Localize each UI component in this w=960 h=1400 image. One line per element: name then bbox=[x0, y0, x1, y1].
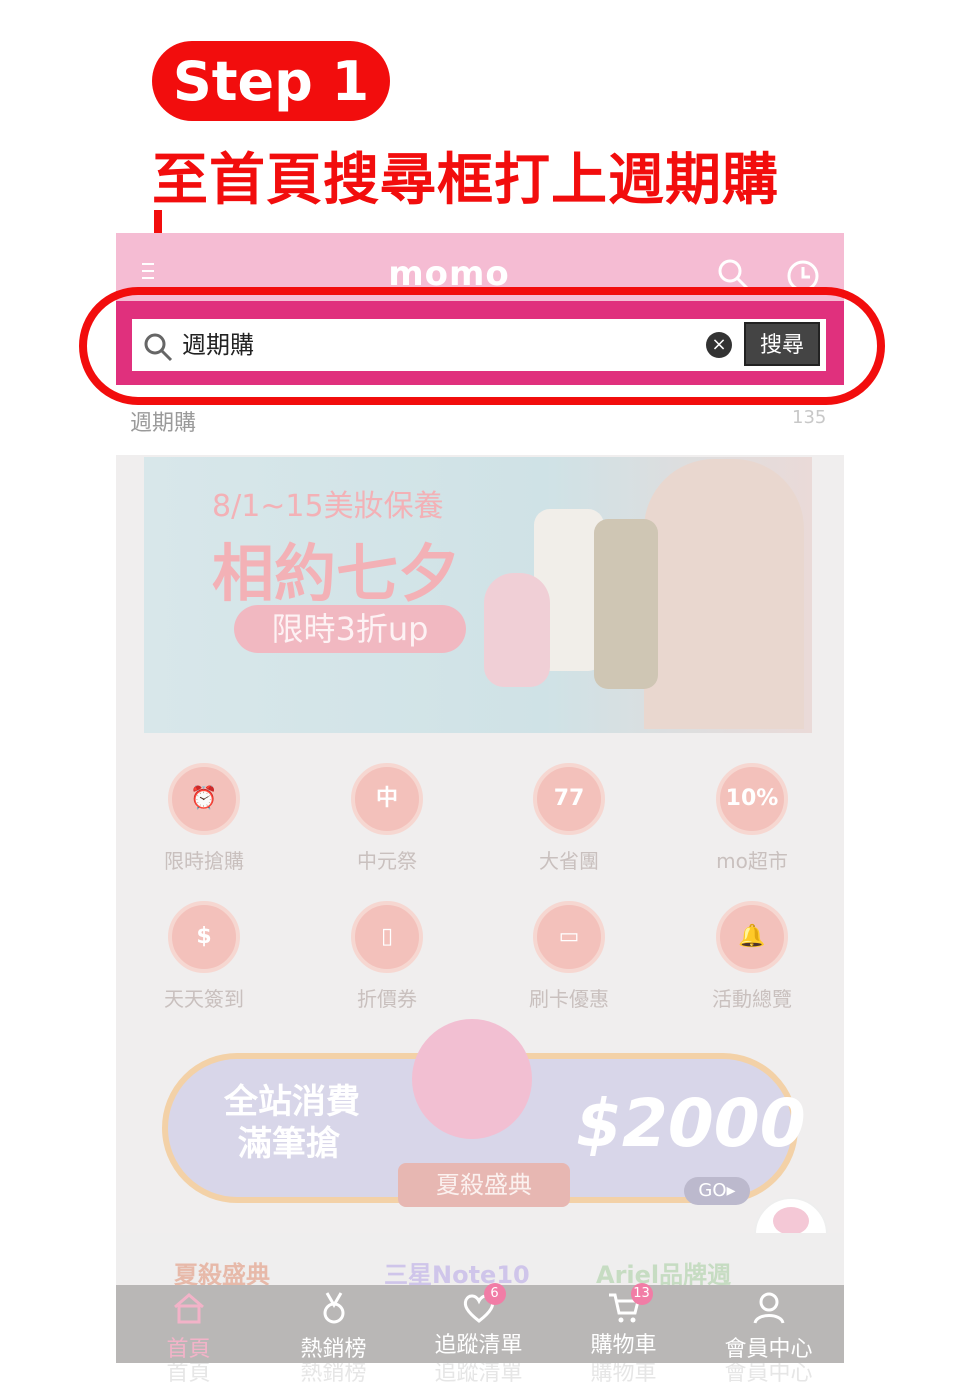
mascot-icon bbox=[773, 1207, 809, 1235]
credit-card-icon: ▭ bbox=[533, 901, 605, 973]
reflection-label: 首頁 bbox=[166, 1363, 211, 1386]
ghost-festival-icon: 中 bbox=[351, 763, 423, 835]
alarm-clock-icon: ⏰ bbox=[168, 763, 240, 835]
quick-link-label: 大省團 bbox=[539, 849, 599, 873]
nav-member[interactable]: 會員中心 bbox=[696, 1285, 841, 1363]
nav-cart[interactable]: 13 購物車 bbox=[551, 1283, 696, 1363]
banner-model-image bbox=[644, 459, 804, 729]
banner-subtitle: 8/1~15美妝保養 bbox=[212, 489, 444, 524]
campaign-line-2: 滿筆搶 bbox=[238, 1124, 340, 1164]
reflection-label: 追蹤清單 bbox=[434, 1363, 523, 1386]
quick-link-label: mo超市 bbox=[716, 849, 788, 873]
campaign-amount: $2000 bbox=[576, 1085, 806, 1162]
money-bag-icon: $ bbox=[168, 901, 240, 973]
banner-pill: 限時3折up bbox=[234, 605, 466, 653]
go-button[interactable]: GO▸ bbox=[684, 1177, 750, 1205]
search-highlight-outline bbox=[79, 287, 885, 405]
quick-link[interactable]: ⏰ 限時搶購 bbox=[144, 763, 264, 883]
medal-icon bbox=[323, 1292, 344, 1324]
quick-link[interactable]: 10% mo超市 bbox=[692, 763, 812, 883]
nav-label: 熱銷榜 bbox=[300, 1337, 367, 1362]
bottom-nav: 首頁 熱銷榜 6 追蹤清單 13 購物車 會員中心 bbox=[116, 1283, 844, 1363]
quick-link-label: 折價券 bbox=[357, 987, 417, 1011]
reflection-label: 會員中心 bbox=[724, 1363, 813, 1386]
quick-link[interactable]: ▯ 折價券 bbox=[327, 901, 447, 1021]
user-icon bbox=[753, 1292, 784, 1324]
quick-link[interactable]: 🔔 活動總覽 bbox=[692, 901, 812, 1021]
cart-count-badge: 13 bbox=[630, 1283, 653, 1305]
nav-bestsellers[interactable]: 熱銷榜 bbox=[261, 1285, 406, 1363]
step-badge: Step 1 bbox=[152, 41, 390, 121]
nav-label: 會員中心 bbox=[724, 1337, 813, 1362]
nav-home[interactable]: 首頁 bbox=[116, 1285, 261, 1363]
reflection-label: 購物車 bbox=[590, 1363, 657, 1386]
campaign-line-1: 全站消費 bbox=[224, 1082, 360, 1122]
momo-logo[interactable]: momo bbox=[364, 257, 534, 291]
quick-link[interactable]: 中 中元祭 bbox=[327, 763, 447, 883]
quick-link-label: 活動總覽 bbox=[712, 987, 792, 1011]
nav-label: 首頁 bbox=[166, 1337, 211, 1362]
nav-label: 購物車 bbox=[590, 1333, 657, 1358]
supermarket-icon: 10% bbox=[716, 763, 788, 835]
wishlist-count-badge: 6 bbox=[483, 1283, 506, 1305]
campaign-headline: 全站消費 滿筆搶 bbox=[224, 1081, 360, 1165]
quick-link-label: 刷卡優惠 bbox=[529, 987, 609, 1011]
quick-link[interactable]: ▭ 刷卡優惠 bbox=[509, 901, 629, 1021]
cart-icon: 13 bbox=[607, 1283, 653, 1325]
quick-link[interactable]: $ 天天簽到 bbox=[144, 901, 264, 1021]
nav-wishlist[interactable]: 6 追蹤清單 bbox=[406, 1283, 551, 1363]
phone-screen: momo 週期購 × 搜尋 週期購 135 8/1~15美妝保養 相約七夕 限時… bbox=[116, 233, 844, 1400]
menu-icon[interactable] bbox=[142, 263, 154, 284]
bell-icon: 🔔 bbox=[716, 901, 788, 973]
heart-icon: 6 bbox=[462, 1283, 506, 1325]
banner-product-image bbox=[594, 519, 658, 689]
reflection-label: 熱銷榜 bbox=[300, 1363, 367, 1386]
quick-link-label: 限時搶購 bbox=[164, 849, 244, 873]
mascot-image bbox=[412, 1019, 532, 1139]
suggestion-count: 135 bbox=[792, 407, 827, 428]
quick-link-label: 中元祭 bbox=[357, 849, 417, 873]
banner-product-image bbox=[484, 573, 550, 687]
step-instruction: 至首頁搜尋框打上週期購 bbox=[152, 148, 779, 213]
quick-link-label: 天天簽到 bbox=[164, 987, 244, 1011]
banner-title: 相約七夕 bbox=[212, 537, 461, 610]
campaign-ribbon: 夏殺盛典 bbox=[398, 1163, 570, 1207]
coupon-icon: ▯ bbox=[351, 901, 423, 973]
nav-label: 追蹤清單 bbox=[434, 1333, 523, 1358]
suggestion-keyword[interactable]: 週期購 bbox=[130, 405, 196, 437]
home-icon bbox=[173, 1293, 204, 1324]
quick-link[interactable]: 77 大省團 bbox=[509, 763, 629, 883]
77-sale-icon: 77 bbox=[533, 763, 605, 835]
nav-reflection: 首頁 熱銷榜 追蹤清單 購物車 會員中心 bbox=[116, 1363, 844, 1400]
search-icon[interactable] bbox=[716, 257, 750, 291]
